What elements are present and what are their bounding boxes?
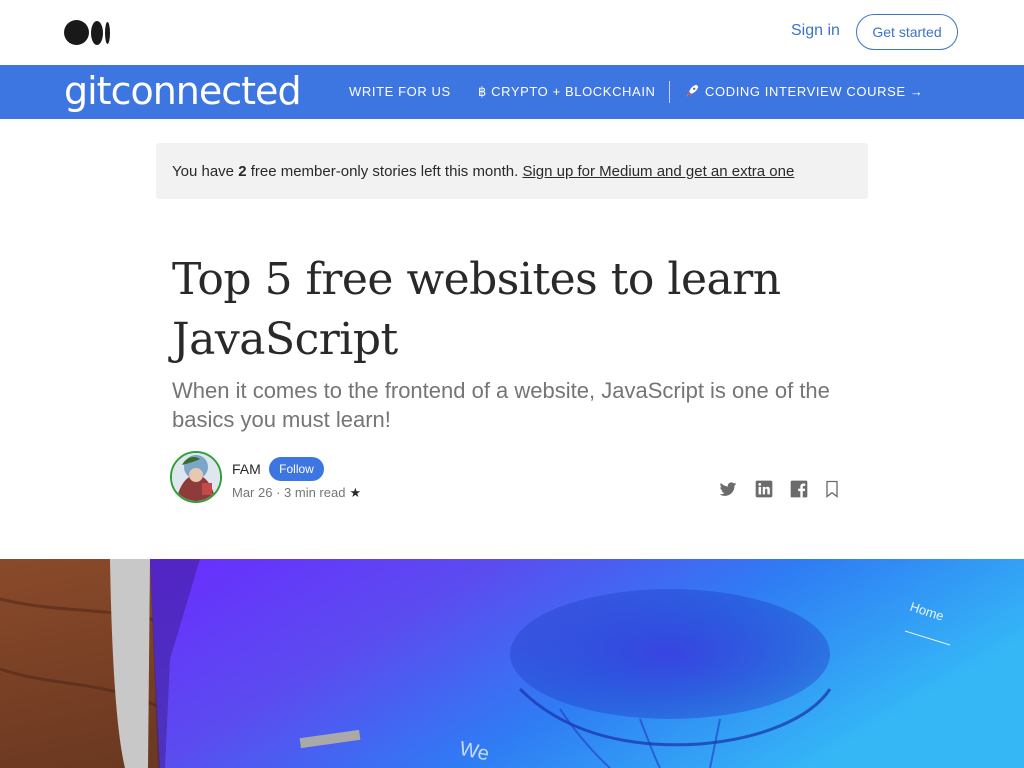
follow-button[interactable]: Follow bbox=[269, 457, 324, 481]
banner-count: 2 bbox=[238, 163, 247, 180]
article-title: Top 5 free websites to learn JavaScript bbox=[172, 254, 781, 365]
member-star-icon: ★ bbox=[349, 485, 362, 500]
banner-text: You have 2 free member-only stories left… bbox=[172, 163, 794, 180]
nav-write-for-us[interactable]: WRITE FOR US bbox=[349, 84, 451, 99]
avatar-image bbox=[172, 453, 220, 501]
rocket-icon bbox=[685, 84, 699, 98]
banner-middle: free member-only stories left this month… bbox=[246, 163, 523, 180]
nav-crypto-blockchain[interactable]: ฿ CRYPTO + BLOCKCHAIN bbox=[478, 84, 656, 100]
nav-coding-interview-course[interactable]: CODING INTERVIEW COURSE → bbox=[685, 84, 923, 99]
hero-illustration: Home We bbox=[0, 559, 1024, 768]
get-started-button[interactable]: Get started bbox=[856, 14, 958, 50]
facebook-icon[interactable] bbox=[788, 479, 810, 499]
publish-date[interactable]: Mar 26 bbox=[232, 485, 272, 500]
linkedin-icon[interactable] bbox=[753, 479, 775, 499]
read-time: 3 min read bbox=[284, 485, 346, 500]
publication-logo[interactable]: gitconnected bbox=[64, 69, 302, 113]
member-stories-banner: You have 2 free member-only stories left… bbox=[156, 143, 868, 199]
avatar[interactable] bbox=[170, 451, 222, 503]
signin-link[interactable]: Sign in bbox=[791, 22, 840, 40]
nav-divider bbox=[669, 81, 670, 103]
author-name[interactable]: FAM bbox=[232, 461, 261, 477]
twitter-icon[interactable] bbox=[717, 479, 739, 499]
top-navbar: Sign in Get started bbox=[0, 0, 1024, 65]
banner-prefix: You have bbox=[172, 163, 239, 180]
publication-bar: gitconnected WRITE FOR US ฿ CRYPTO + BLO… bbox=[0, 65, 1024, 119]
medium-logo-icon[interactable] bbox=[64, 20, 110, 45]
meta-separator: · bbox=[272, 485, 285, 500]
hero-image: Home We bbox=[0, 559, 1024, 768]
signup-link[interactable]: Sign up for Medium and get an extra one bbox=[522, 163, 794, 180]
article-subtitle: When it comes to the frontend of a websi… bbox=[172, 378, 830, 432]
nav-coding-interview-label: CODING INTERVIEW COURSE → bbox=[705, 84, 924, 99]
bookmark-icon[interactable] bbox=[821, 479, 843, 499]
article-meta: Mar 26 · 3 min read ★ bbox=[232, 485, 361, 501]
